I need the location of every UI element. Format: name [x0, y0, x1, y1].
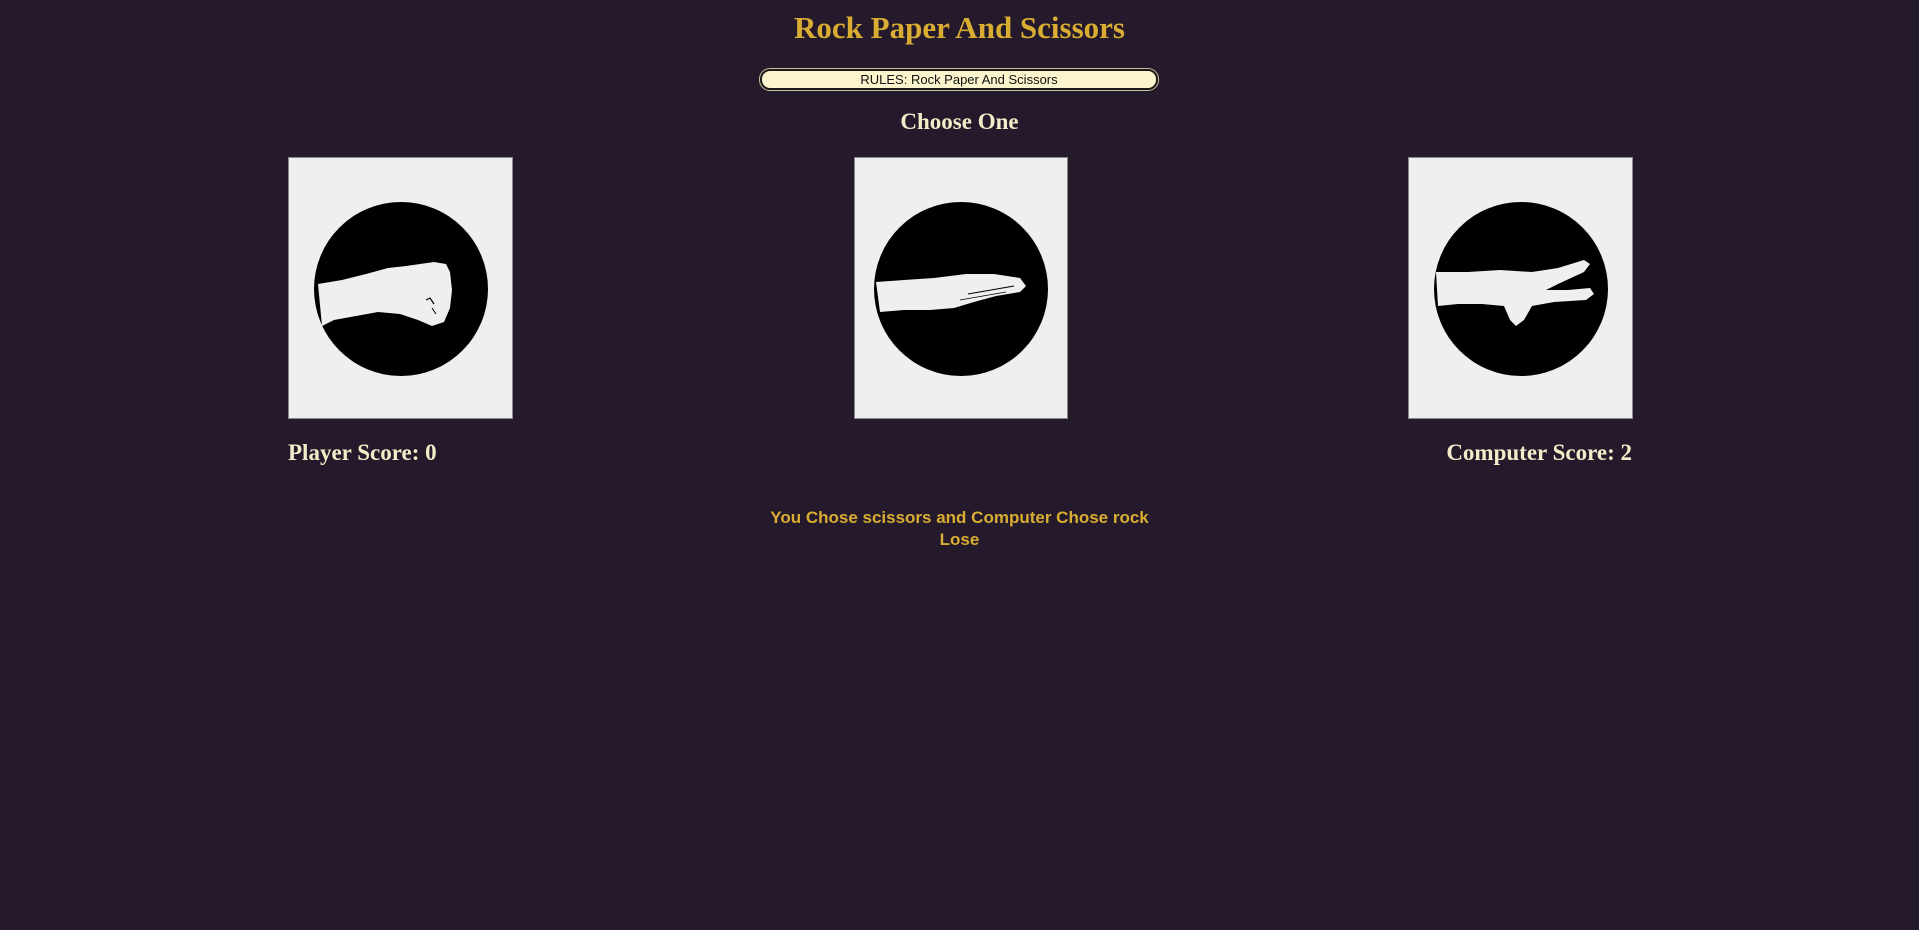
rules-button[interactable]: RULES: Rock Paper And Scissors — [760, 69, 1158, 90]
result-message: You Chose scissors and Computer Chose ro… — [0, 507, 1919, 551]
result-choices-text: You Chose scissors and Computer Chose ro… — [770, 508, 1149, 527]
page-title: Rock Paper And Scissors — [794, 10, 1125, 45]
rock-fist-icon — [313, 202, 488, 376]
choose-one-heading: Choose One — [900, 109, 1019, 134]
result-outcome-text: Lose — [939, 530, 980, 549]
player-score: Player Score: 0 — [288, 440, 437, 465]
paper-hand-icon — [874, 202, 1048, 376]
paper-choice-card[interactable] — [854, 157, 1068, 419]
scissors-hand-icon — [1433, 202, 1608, 376]
scissors-choice-card[interactable] — [1408, 157, 1633, 419]
rock-choice-card[interactable] — [288, 157, 513, 419]
computer-score: Computer Score: 2 — [1446, 440, 1632, 465]
